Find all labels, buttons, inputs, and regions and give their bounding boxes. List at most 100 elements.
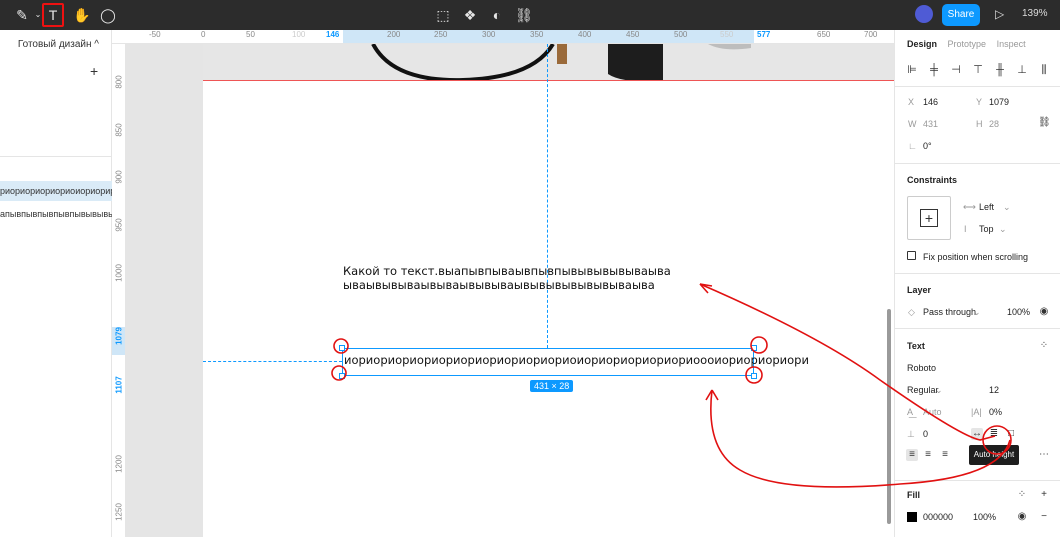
product-image[interactable] (203, 44, 894, 81)
remove-fill-icon[interactable]: − (1038, 511, 1050, 523)
eye-icon[interactable]: ◉ (1016, 511, 1028, 523)
tab-design[interactable]: Design (907, 39, 937, 49)
y-label: Y (976, 97, 983, 107)
tab-prototype[interactable]: Prototype (948, 39, 987, 49)
vertical-scrollbar[interactable] (887, 309, 891, 524)
selected-text-layer[interactable]: иориориориориориориориориориориоиориорио… (342, 348, 809, 376)
share-button[interactable]: Share (942, 4, 980, 26)
paragraph-spacing-icon: ⊥ (907, 429, 915, 439)
distribute-icon[interactable]: ⫼ (1038, 64, 1050, 76)
align-top-icon[interactable]: ⊤ (972, 64, 984, 76)
selected-text: иориориориориориориориориориориоиориорио… (344, 353, 809, 367)
eye-icon[interactable]: ◉ (1038, 306, 1050, 318)
vertical-constraint-icon: I (964, 224, 967, 234)
horizontal-constraint-select[interactable]: Left (979, 202, 994, 212)
line-height-field[interactable]: Auto (923, 407, 942, 417)
fill-opacity-field[interactable]: 100% (973, 512, 996, 522)
resize-handle[interactable] (751, 373, 757, 379)
avatar[interactable] (915, 5, 933, 23)
layer-item[interactable]: риориориориориоиориорир... (0, 181, 112, 201)
align-left-icon[interactable]: ⊫ (906, 64, 918, 76)
vertical-constraint-select[interactable]: Top (979, 224, 994, 234)
text-align-center-icon[interactable]: ≡ (922, 449, 934, 461)
h-field[interactable]: 28 (989, 119, 999, 129)
canvas[interactable]: Какой то текст.выапывпываывпывпывывывывы… (126, 44, 894, 537)
font-size-field[interactable]: 12 (989, 385, 999, 395)
divider (895, 86, 1060, 87)
chevron-down-icon: ⌄ (973, 307, 981, 317)
text-align-right-icon[interactable]: ≡ (939, 449, 951, 461)
x-field[interactable]: 146 (923, 97, 938, 107)
hand-icon[interactable]: ✋ (72, 5, 92, 25)
ruler-tick: 900 (114, 170, 124, 184)
guide-line (547, 44, 548, 348)
fill-swatch[interactable] (907, 512, 917, 522)
letter-spacing-field[interactable]: 0% (989, 407, 1002, 417)
rotation-field[interactable]: 0° (923, 141, 932, 151)
size-badge: 431 × 28 (530, 380, 574, 392)
ruler-tick: 1250 (114, 503, 124, 521)
ruler-tick: 50 (246, 30, 255, 39)
layer-item[interactable]: апывпывпывпывпывывывы... (0, 204, 112, 224)
ruler-tick: 550 (720, 30, 734, 39)
tab-inspect[interactable]: Inspect (997, 39, 1026, 49)
ruler-tick: 400 (578, 30, 592, 39)
w-label: W (908, 119, 917, 129)
auto-width-icon[interactable]: ↔ (971, 428, 983, 440)
ruler-tick: 800 (114, 75, 124, 89)
section-title: Text (907, 341, 925, 351)
text-layer[interactable]: Какой то текст.выапывпываывпывпывывывывы… (343, 264, 671, 292)
ruler-tick: 300 (482, 30, 496, 39)
ruler-tick: 700 (864, 30, 878, 39)
fix-position-checkbox[interactable] (907, 251, 916, 260)
align-bottom-icon[interactable]: ⊥ (1016, 64, 1028, 76)
ruler-selection (343, 30, 754, 43)
design-panel: Design Prototype Inspect ⊫ ╪ ⊣ ⊤ ╫ ⊥ ⫼ X… (894, 30, 1060, 537)
ruler-tick: 350 (530, 30, 544, 39)
text-align-left-icon[interactable]: ≡ (906, 449, 918, 461)
section-title: Constraints (907, 175, 958, 185)
font-family-select[interactable]: Roboto (907, 363, 936, 373)
paragraph-spacing-field[interactable]: 0 (923, 429, 928, 439)
more-options-icon[interactable]: ⋯ (1038, 449, 1050, 461)
align-right-icon[interactable]: ⊣ (950, 64, 962, 76)
resize-handle[interactable] (339, 345, 345, 351)
contrast-icon[interactable]: ◐ (487, 5, 507, 25)
blend-mode-select[interactable]: Pass through (923, 307, 976, 317)
resize-handle[interactable] (751, 345, 757, 351)
w-field[interactable]: 431 (923, 119, 938, 129)
chevron-down-icon: ⌄ (1003, 202, 1011, 212)
page-selector[interactable]: Готовый дизайн ^ (18, 39, 99, 50)
comment-icon[interactable]: ◯ (98, 5, 118, 25)
align-center-icon[interactable]: ╪ (928, 64, 940, 76)
zoom-dropdown[interactable]: 139% (1022, 8, 1048, 19)
ruler-tick: 1000 (114, 264, 124, 282)
y-field[interactable]: 1079 (989, 97, 1009, 107)
add-fill-icon[interactable]: + (1038, 489, 1050, 501)
component-icon[interactable]: ❖ (460, 5, 480, 25)
play-icon[interactable]: ▷ (995, 7, 1004, 21)
text-icon[interactable]: T (42, 3, 64, 27)
letter-spacing-icon: |A| (971, 407, 982, 417)
ruler-tick: 1079 (114, 327, 124, 345)
text-line: Какой то текст.выапывпываывпывпывывывывы… (343, 264, 671, 278)
rotation-icon: ∟ (908, 141, 917, 151)
fill-hex-field[interactable]: 000000 (923, 512, 953, 522)
constraint-center[interactable]: + (920, 209, 938, 227)
layer-opacity[interactable]: 100% (1007, 307, 1030, 317)
constraints-widget[interactable]: + (907, 196, 951, 240)
align-middle-icon[interactable]: ╫ (994, 64, 1006, 76)
ruler-tick: 1200 (114, 455, 124, 473)
text-styles-icon[interactable]: ⁘ (1038, 340, 1050, 352)
fill-styles-icon[interactable]: ⁘ (1016, 489, 1028, 501)
constrain-proportions-icon[interactable]: ⛓ (1038, 117, 1051, 129)
link-icon[interactable]: ⛓ (514, 5, 534, 25)
crop-icon[interactable]: ⬚ (433, 5, 453, 25)
ruler-tick: 650 (817, 30, 831, 39)
resize-handle[interactable] (339, 373, 345, 379)
ruler-tick: 950 (114, 218, 124, 232)
add-page-icon[interactable]: + (90, 63, 98, 79)
fixed-size-icon[interactable]: □ (1005, 428, 1017, 440)
auto-height-icon[interactable]: ≣ (988, 428, 1000, 440)
font-weight-select[interactable]: Regular (907, 385, 939, 395)
